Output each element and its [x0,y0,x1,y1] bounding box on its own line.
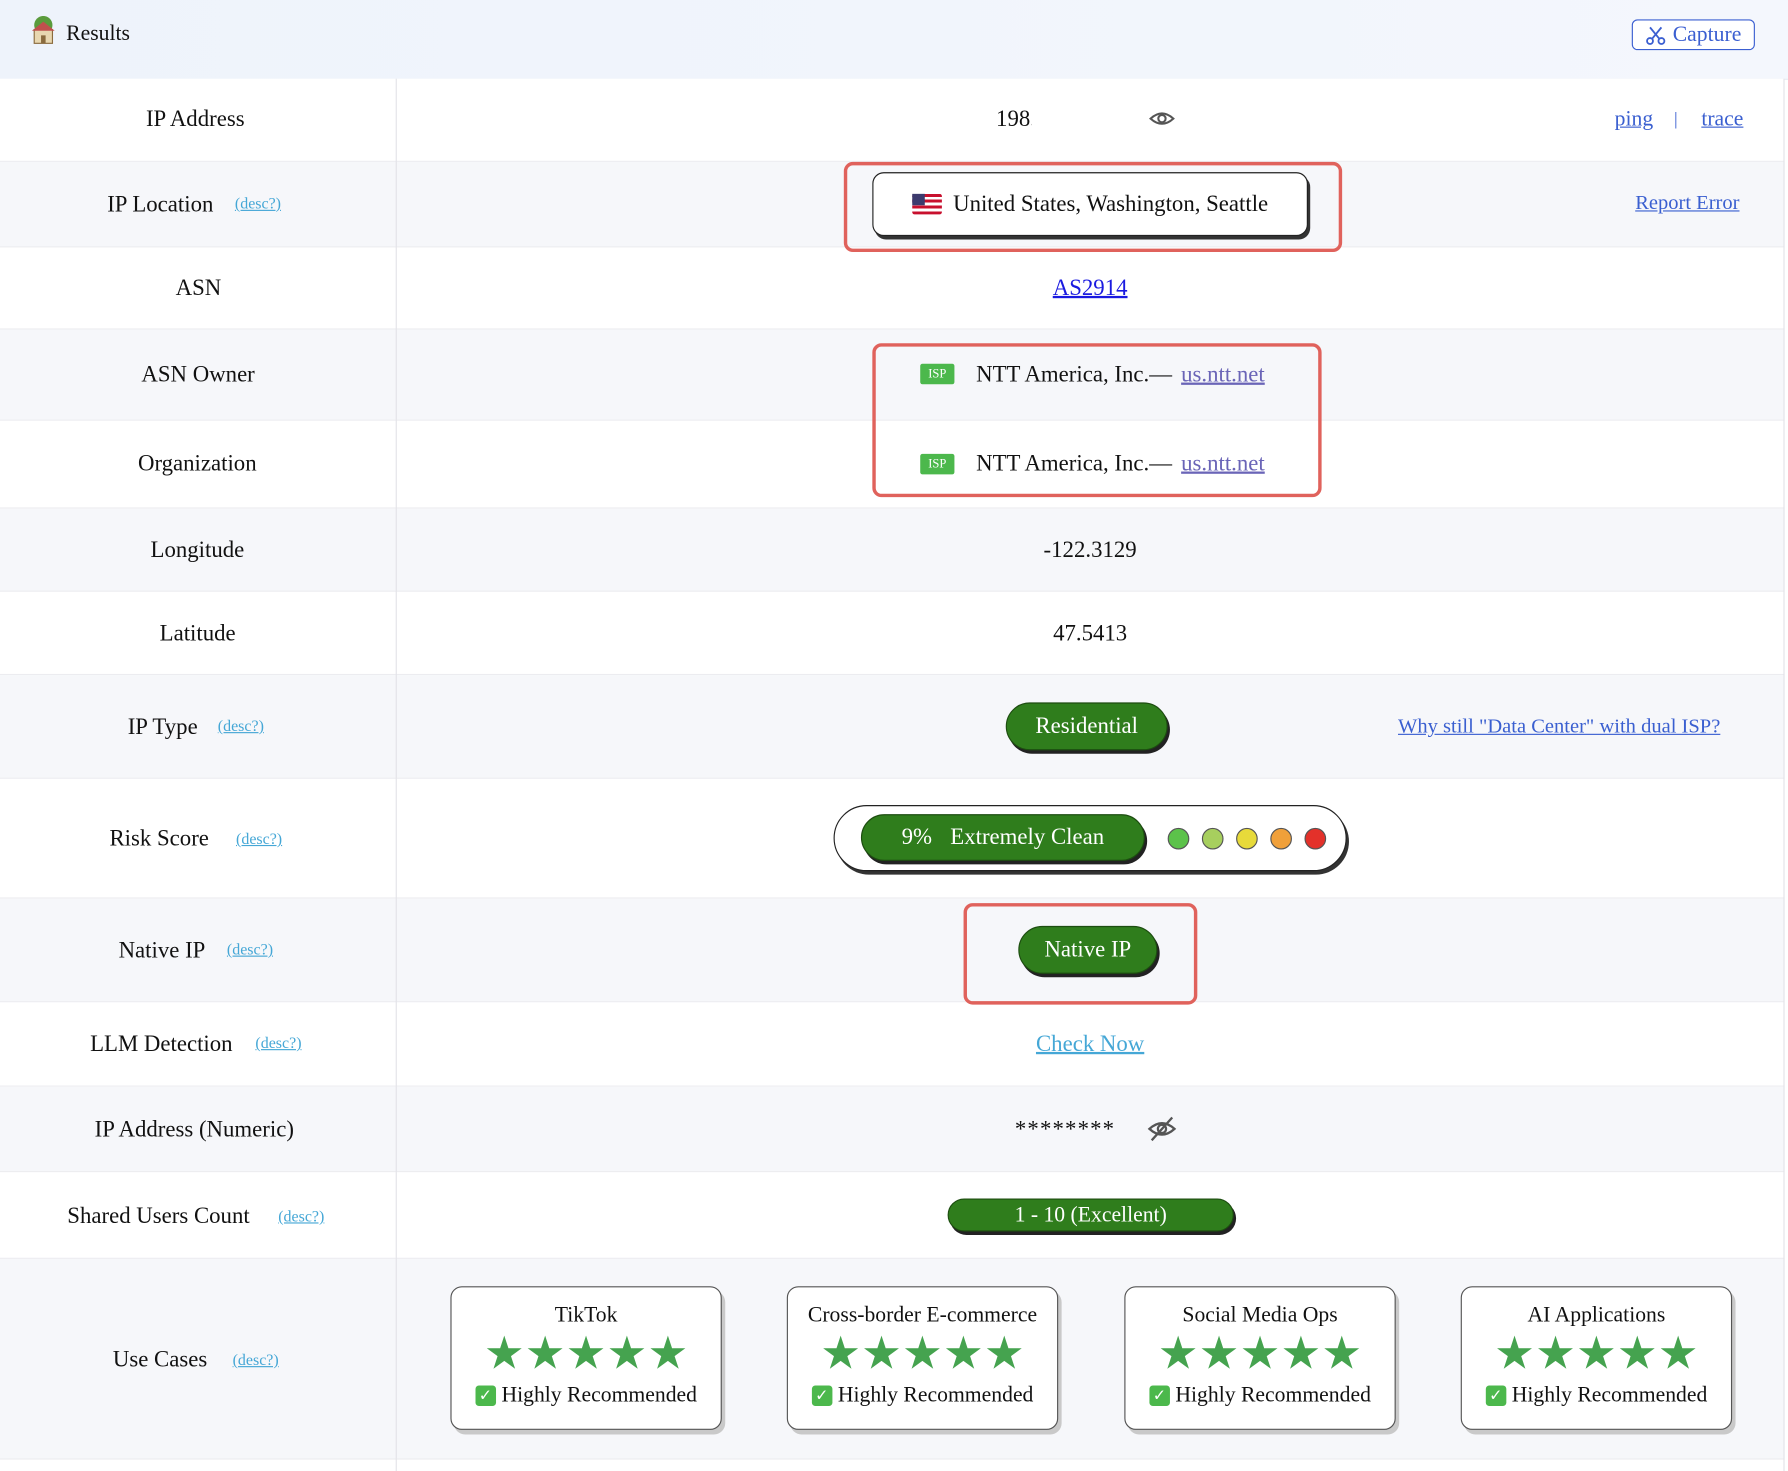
recommendation: ✓ Highly Recommended [1462,1383,1731,1408]
use-case-card-social-media: Social Media Ops ★★★★★ ✓ Highly Recommend… [1124,1286,1396,1430]
asn-owner-value: NTT America, Inc.— us.ntt.net [976,362,1265,388]
ip-numeric-value: ******** [1014,1116,1116,1143]
eye-off-icon[interactable] [1146,1114,1178,1144]
ip-type-badge: Residential [1005,702,1168,751]
risk-score-value: Extremely Clean [950,824,1105,850]
row-asn [0,247,1785,330]
asn-owner-name: NTT America, Inc.— [976,362,1172,388]
house-tree-icon [31,15,55,44]
row-ip-address [0,78,1785,162]
organization-label: Organization [137,450,257,477]
asn-owner-site-link[interactable]: us.ntt.net [1181,362,1265,387]
risk-level-dot [1270,827,1292,850]
check-now-link[interactable]: Check Now [1036,1031,1144,1057]
use-case-title: AI Applications [1527,1303,1666,1328]
shared-users-value: 1 - 10 (Excellent) [1014,1202,1167,1227]
risk-score-label: Risk Score [109,826,209,852]
ip-type-label: IP Type [127,714,198,740]
use-cases-label: Use Cases [112,1347,208,1373]
native-ip-label: Native IP [118,937,206,963]
native-ip-value: Native IP [1044,936,1132,962]
risk-level-dot [1304,827,1327,850]
link-separator: | [1673,109,1678,129]
capture-label: Capture [1672,22,1742,47]
ip-address-value: 198. [996,106,1036,132]
latitude-label: Latitude [159,620,236,646]
asn-label: ASN [175,275,222,301]
risk-score-meter: 9% Extremely Clean [833,805,1347,872]
ip-type-desc-link[interactable]: (desc?) [218,718,264,736]
eye-icon[interactable] [1148,108,1175,129]
column-divider [395,78,397,1471]
llm-detection-label: LLM Detection [90,1031,233,1057]
ping-link[interactable]: ping [1615,107,1654,132]
asn-link[interactable]: AS2914 [1053,275,1128,301]
risk-level-dot [1201,827,1224,850]
us-flag-icon [912,193,942,215]
use-case-title: TikTok [554,1303,618,1328]
recommendation-text: Highly Recommended [1511,1383,1708,1408]
row-latitude [0,591,1785,676]
location-pill: United States, Washington, Seattle [872,172,1308,237]
native-ip-desc-link[interactable]: (desc?) [227,942,273,960]
recommendation: ✓ Highly Recommended [452,1383,721,1408]
trace-link[interactable]: trace [1701,107,1743,132]
star-rating: ★★★★★ [820,1327,1025,1379]
longitude-value: -122.3129 [1043,537,1137,563]
risk-score-desc-link[interactable]: (desc?) [236,831,282,849]
asn-owner-label: ASN Owner [141,362,255,388]
shared-users-badge: 1 - 10 (Excellent) [947,1198,1234,1232]
scissors-icon [1646,26,1666,45]
recommendation-text: Highly Recommended [501,1383,698,1408]
use-case-card-ecommerce: Cross-border E-commerce ★★★★★ ✓ Highly Re… [786,1286,1059,1430]
recommendation: ✓ Highly Recommended [788,1383,1057,1408]
latitude-value: 47.5413 [1053,620,1128,646]
star-rating: ★★★★★ [1494,1327,1699,1379]
recommendation-text: Highly Recommended [1175,1383,1371,1408]
organization-name: NTT America, Inc.— [976,450,1172,477]
right-border [1783,78,1785,1471]
ip-numeric-label: IP Address (Numeric) [94,1116,294,1143]
use-case-title: Cross-border E-commerce [807,1303,1038,1328]
shared-users-desc-link[interactable]: (desc?) [278,1209,324,1227]
results-panel: Results Capture IP Address 198. ping | t… [0,0,1788,1471]
isp-badge: ISP [920,453,955,475]
organization-value: NTT America, Inc.— us.ntt.net [976,451,1265,477]
check-icon: ✓ [1149,1385,1170,1406]
check-icon: ✓ [1485,1385,1507,1406]
location-value: United States, Washington, Seattle [953,191,1269,217]
capture-button[interactable]: Capture [1631,19,1755,51]
ip-address-label: IP Address [145,106,245,132]
use-case-card-tiktok: TikTok ★★★★★ ✓ Highly Recommended [450,1286,722,1430]
risk-score-badge: 9% Extremely Clean [860,814,1145,861]
llm-detection-desc-link[interactable]: (desc?) [255,1035,301,1053]
use-cases-desc-link[interactable]: (desc?) [233,1352,279,1370]
risk-level-dot [1236,827,1258,850]
organization-site-link[interactable]: us.ntt.net [1181,451,1265,476]
ip-location-label: IP Location [107,192,214,218]
use-case-card-ai: AI Applications ★★★★★ ✓ Highly Recommende… [1460,1286,1733,1430]
use-case-title: Social Media Ops [1182,1303,1338,1328]
check-icon: ✓ [475,1385,496,1406]
data-center-help-link[interactable]: Why still "Data Center" with dual ISP? [1398,714,1720,738]
results-header: Results Capture [0,0,1788,80]
longitude-label: Longitude [150,537,245,563]
recommendation-text: Highly Recommended [837,1383,1034,1408]
report-error-link[interactable]: Report Error [1635,191,1739,215]
star-rating: ★★★★★ [1157,1327,1363,1379]
recommendation: ✓ Highly Recommended [1125,1383,1394,1408]
ip-redaction [1031,98,1147,137]
star-rating: ★★★★★ [483,1327,689,1379]
check-icon: ✓ [811,1385,833,1406]
shared-users-label: Shared Users Count [67,1203,250,1229]
page-title: Results [66,21,130,46]
risk-score-percent: 9% [901,824,933,850]
ip-type-value: Residential [1035,713,1139,739]
risk-level-dot [1167,827,1190,850]
ip-location-desc-link[interactable]: (desc?) [235,196,281,214]
row-shared-users [0,1172,1785,1259]
native-ip-badge: Native IP [1018,925,1158,974]
row-longitude [0,508,1785,592]
isp-badge: ISP [920,363,955,385]
